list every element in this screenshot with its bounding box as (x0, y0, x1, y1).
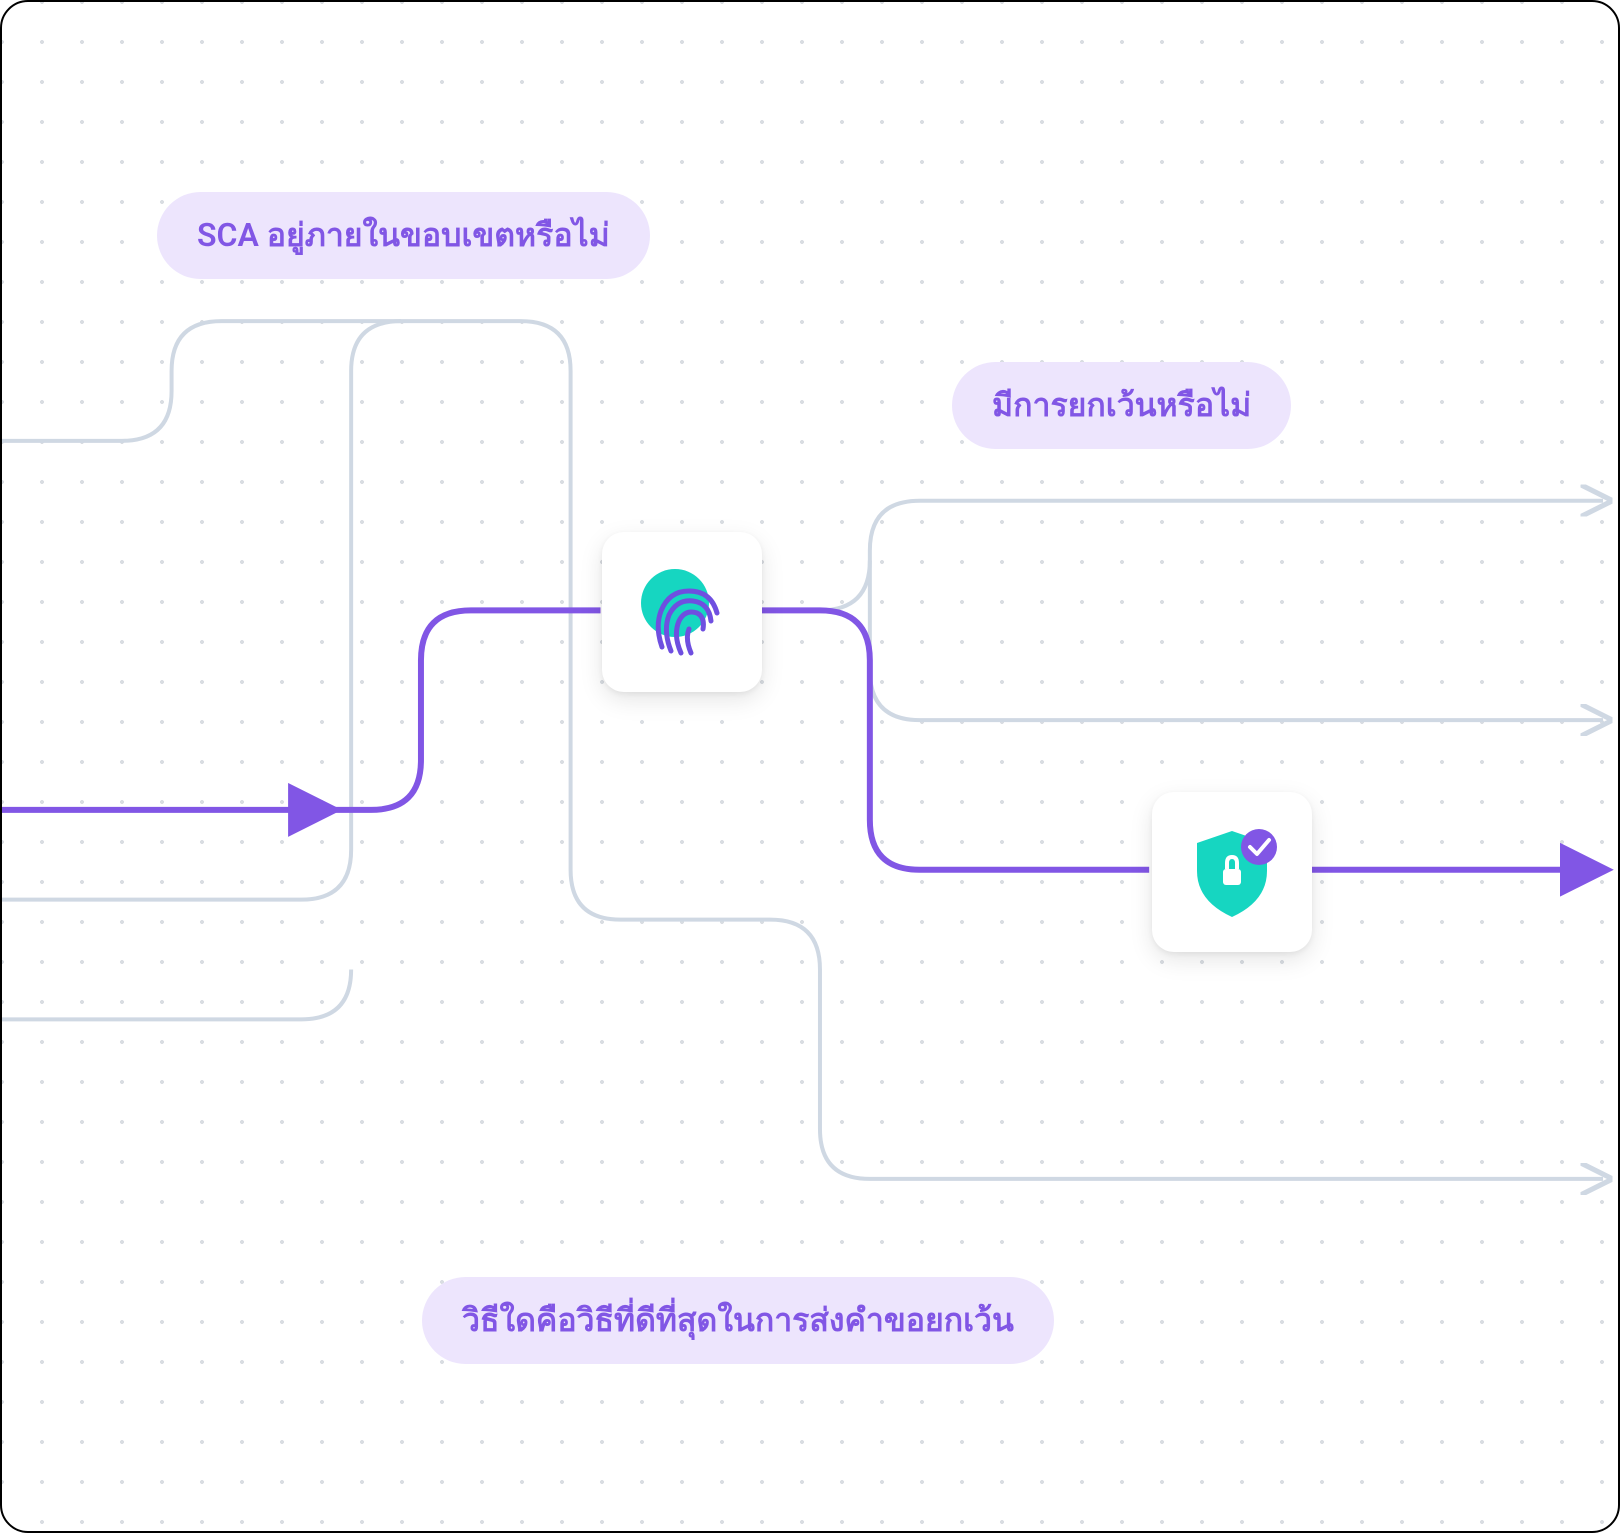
shield-node (1152, 792, 1312, 952)
label-text: วิธีใดคือวิธีที่ดีที่สุดในการส่งคำขอยกเว… (462, 1301, 1014, 1339)
label-text: มีการยกเว้นหรือไม่ (992, 386, 1251, 424)
label-exemption-exists: มีการยกเว้นหรือไม่ (952, 362, 1291, 449)
shield-check-icon (1177, 817, 1287, 927)
fingerprint-node (602, 532, 762, 692)
label-sca-scope: SCA อยู่ภายในขอบเขตหรือไม่ (157, 192, 650, 279)
diagram-canvas: SCA อยู่ภายในขอบเขตหรือไม่ มีการยกเว้นหร… (0, 0, 1620, 1533)
fingerprint-icon (627, 557, 737, 667)
label-text: SCA อยู่ภายในขอบเขตหรือไม่ (197, 216, 610, 254)
label-best-method: วิธีใดคือวิธีที่ดีที่สุดในการส่งคำขอยกเว… (422, 1277, 1054, 1364)
